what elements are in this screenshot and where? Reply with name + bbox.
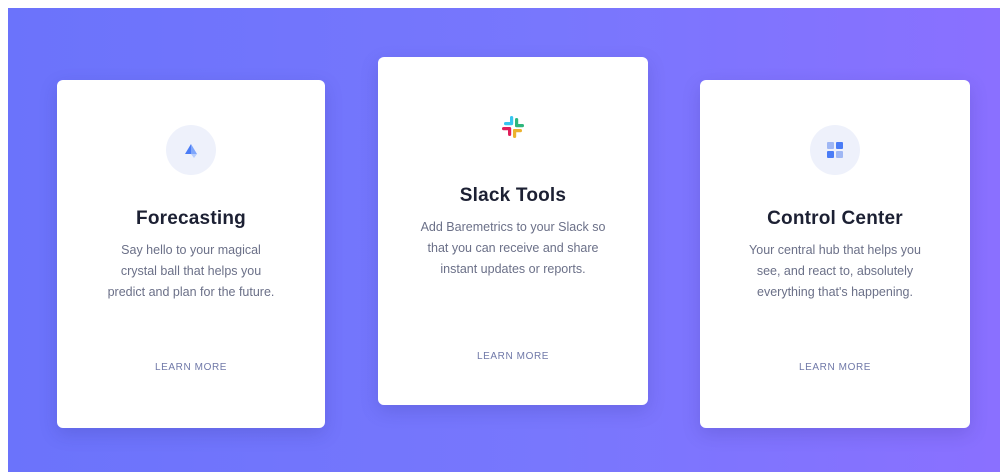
control-center-description: Your central hub that helps you see, and… [749, 243, 921, 299]
forecasting-card: Forecasting Say hello to your magical cr… [57, 80, 325, 428]
forecasting-description: Say hello to your magical crystal ball t… [107, 243, 275, 299]
slack-tools-card: Slack Tools Add Baremetrics to your Slac… [378, 57, 648, 405]
slack-logo-icon [488, 102, 538, 152]
slack-tools-description: Add Baremetrics to your Slack so that yo… [420, 220, 606, 276]
control-center-card: Control Center Your central hub that hel… [700, 80, 970, 428]
control-center-title: Control Center [767, 208, 903, 229]
slack-tools-learn-more-link[interactable]: LEARN MORE [378, 351, 648, 362]
control-center-learn-more-link[interactable]: LEARN MORE [700, 362, 970, 373]
slack-tools-title: Slack Tools [459, 185, 567, 206]
features-section: Forecasting Say hello to your magical cr… [8, 8, 1000, 472]
forecasting-title: Forecasting [136, 208, 246, 229]
control-center-icon [810, 125, 860, 175]
forecasting-icon [166, 125, 216, 175]
forecasting-learn-more-link[interactable]: LEARN MORE [57, 362, 325, 373]
